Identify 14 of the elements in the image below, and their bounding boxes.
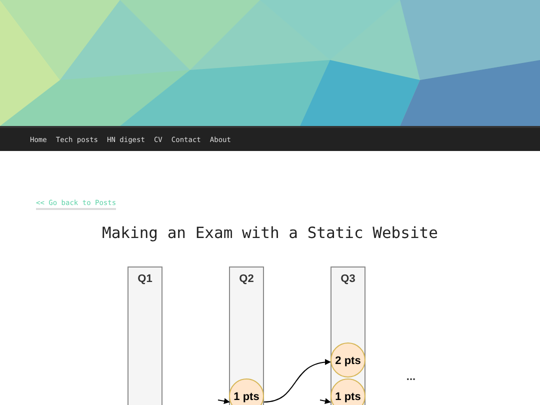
points-label: 1 pts <box>335 391 361 403</box>
column-label: Q3 <box>340 273 356 285</box>
points-label: 1 pts <box>234 391 260 403</box>
arrow <box>320 398 331 404</box>
points-node <box>330 378 366 405</box>
post-title: Making an Exam with a Static Website <box>101 224 439 242</box>
arrow <box>218 398 230 404</box>
curved-arrow <box>264 359 331 402</box>
column-label: Q1 <box>138 273 152 285</box>
points-node <box>229 378 264 405</box>
points-label: 2 pts <box>335 355 361 367</box>
points-node <box>330 342 366 378</box>
column-label: Q2 <box>239 273 254 285</box>
ellipsis: ... <box>406 371 416 383</box>
